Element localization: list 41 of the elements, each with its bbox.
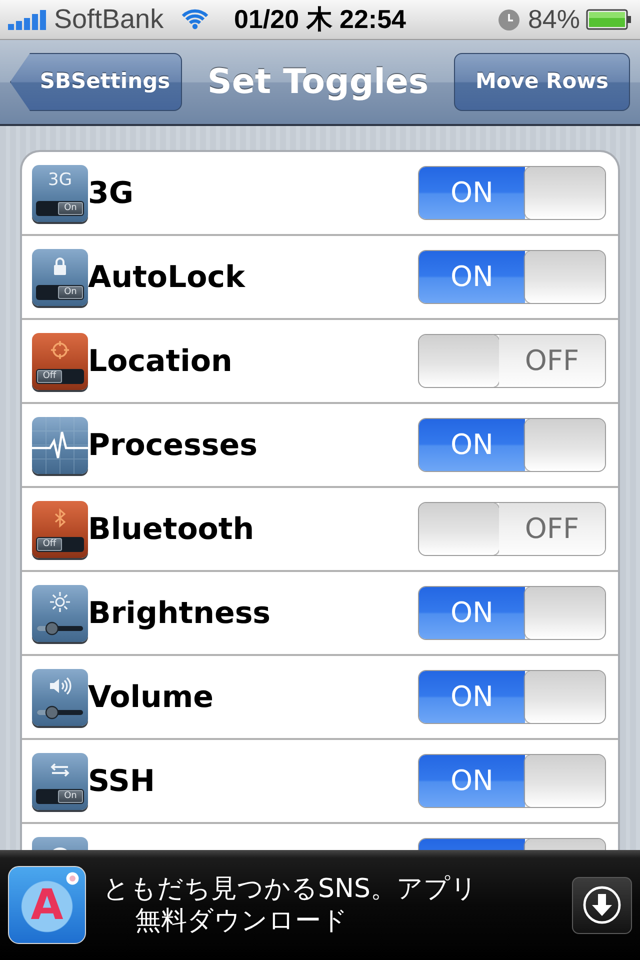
download-button[interactable] xyxy=(572,876,632,934)
toggle-label: AutoLock xyxy=(88,260,246,294)
clock-time: 01/20 木 22:54 xyxy=(234,5,406,34)
move-rows-button[interactable]: Move Rows xyxy=(454,53,630,111)
battery-percent: 84% xyxy=(528,5,580,34)
logo-letter: A xyxy=(30,884,64,926)
switch-emblem-knob: Off xyxy=(37,370,62,382)
switch-emblem-knob: On xyxy=(58,286,83,298)
toggle-switch[interactable]: OFF xyxy=(418,502,606,556)
switch-emblem-knob: On xyxy=(58,202,83,214)
ad-text: ともだち見つかるSNS。アプリ xyxy=(103,872,478,905)
toggle-switch[interactable]: ON xyxy=(418,670,606,724)
download-icon xyxy=(582,885,622,925)
wifi-icon xyxy=(180,9,210,30)
toggle-label: Bluetooth xyxy=(88,512,256,546)
ad-text: 無料ダウンロード xyxy=(134,905,349,938)
toggle-label: Processes xyxy=(88,428,258,462)
sun-slider-icon xyxy=(32,584,88,642)
badge-icon xyxy=(66,872,79,885)
toggle-switch[interactable]: ON xyxy=(418,250,606,304)
toggle-label: 3G xyxy=(88,176,134,210)
switch-emblem-knob: Off xyxy=(37,538,62,550)
toggle-switch[interactable]: OFF xyxy=(418,334,606,388)
toggle-label: Location xyxy=(88,344,234,378)
battery-icon xyxy=(586,9,632,30)
speaker-slider-icon xyxy=(32,668,88,726)
toggle-label: Volume xyxy=(88,680,214,714)
clock-icon xyxy=(498,8,520,30)
toggle-label: SSH xyxy=(88,764,156,798)
tile-label: 3G xyxy=(48,172,72,188)
page-title: Set Toggles xyxy=(206,60,430,104)
app-icon[interactable]: A xyxy=(8,866,86,944)
toggle-label: Brightness xyxy=(88,596,272,630)
pulse-graph-icon xyxy=(32,416,88,474)
toggle-switch[interactable]: ON xyxy=(418,166,606,220)
toggle-switch[interactable]: ON xyxy=(418,418,606,472)
toggle-switch[interactable]: ON xyxy=(418,754,606,808)
carrier-name: SoftBank xyxy=(54,4,164,34)
toggle-switch[interactable]: ON xyxy=(418,586,606,640)
switch-emblem-knob: On xyxy=(58,790,83,802)
back-button[interactable]: SBSettings xyxy=(10,53,182,111)
